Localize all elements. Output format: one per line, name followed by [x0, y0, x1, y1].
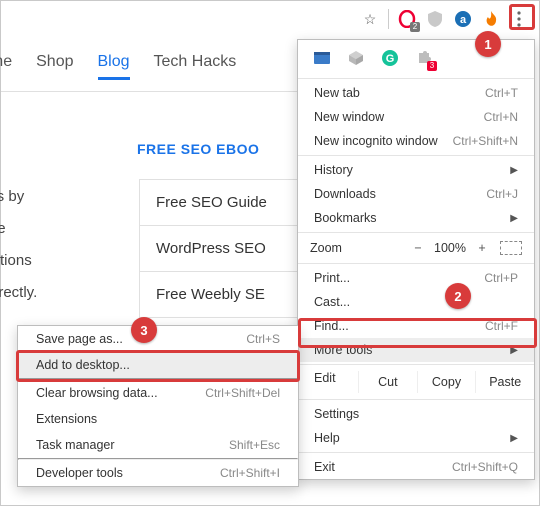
- submenu-dev-tools[interactable]: Developer toolsCtrl+Shift+I: [18, 460, 298, 486]
- fullscreen-icon[interactable]: [500, 241, 522, 255]
- nav-divider: [1, 91, 301, 92]
- nav-shop[interactable]: Shop: [36, 53, 73, 80]
- shield-icon[interactable]: [425, 9, 445, 29]
- list-item[interactable]: Free Weebly SE: [139, 271, 299, 318]
- page-heading: FREE SEO EBOO: [137, 141, 259, 157]
- edge-extension-icon[interactable]: [312, 48, 332, 68]
- list-item[interactable]: Free SEO Guide: [139, 179, 299, 226]
- menu-new-window[interactable]: New windowCtrl+N: [298, 105, 534, 129]
- callout-3: 3: [131, 317, 157, 343]
- menu-print[interactable]: Print...Ctrl+P: [298, 266, 534, 290]
- nav-home[interactable]: ome: [0, 53, 12, 80]
- highlight-box-2: [298, 318, 537, 348]
- highlight-box-3: [16, 350, 300, 382]
- cut-button[interactable]: Cut: [358, 371, 417, 393]
- link-list: Free SEO Guide WordPress SEO Free Weebly…: [139, 179, 299, 317]
- paste-button[interactable]: Paste: [475, 371, 534, 393]
- callout-2: 2: [445, 283, 471, 309]
- badge-count: 3: [427, 61, 437, 71]
- flame-extension-icon[interactable]: [481, 9, 501, 29]
- badge-count: 2: [410, 22, 420, 32]
- menu-bookmarks[interactable]: Bookmarks▶: [298, 206, 534, 230]
- cube-extension-icon[interactable]: [346, 48, 366, 68]
- menu-zoom-row: Zoom − 100% +: [298, 235, 534, 261]
- menu-help[interactable]: Help▶: [298, 426, 534, 450]
- grammarly-extension-icon[interactable]: G: [380, 48, 400, 68]
- nav-techhacks[interactable]: Tech Hacks: [154, 53, 237, 80]
- submenu-extensions[interactable]: Extensions: [18, 406, 298, 432]
- zoom-value: 100%: [430, 241, 470, 255]
- zoom-out-button[interactable]: −: [406, 241, 430, 255]
- menu-new-incognito[interactable]: New incognito windowCtrl+Shift+N: [298, 129, 534, 153]
- menu-history[interactable]: History▶: [298, 158, 534, 182]
- edit-label: Edit: [298, 371, 358, 393]
- menu-downloads[interactable]: DownloadsCtrl+J: [298, 182, 534, 206]
- menu-exit[interactable]: ExitCtrl+Shift+Q: [298, 455, 534, 479]
- list-item[interactable]: WordPress SEO: [139, 225, 299, 272]
- chevron-right-icon: ▶: [510, 165, 518, 176]
- nav-blog[interactable]: Blog: [98, 53, 130, 80]
- menu-settings[interactable]: Settings: [298, 402, 534, 426]
- submenu-clear-data[interactable]: Clear browsing data...Ctrl+Shift+Del: [18, 380, 298, 406]
- chrome-main-menu: G 3 New tabCtrl+T New windowCtrl+N New i…: [297, 39, 535, 480]
- site-nav: ome Shop Blog Tech Hacks: [0, 53, 236, 80]
- callout-1: 1: [475, 31, 501, 57]
- chevron-right-icon: ▶: [510, 213, 518, 224]
- submenu-save-page[interactable]: Save page as...Ctrl+S: [18, 326, 298, 352]
- opera-extension-icon[interactable]: 2: [397, 9, 417, 29]
- browser-toolbar: ☆ 2 a: [360, 9, 529, 29]
- chevron-right-icon: ▶: [510, 433, 518, 444]
- bookmark-star-icon[interactable]: ☆: [360, 9, 380, 29]
- svg-text:G: G: [386, 53, 395, 65]
- copy-button[interactable]: Copy: [417, 371, 476, 393]
- amazon-extension-icon[interactable]: a: [453, 9, 473, 29]
- menu-new-tab[interactable]: New tabCtrl+T: [298, 81, 534, 105]
- zoom-label: Zoom: [310, 241, 406, 255]
- menu-edit-row: Edit Cut Copy Paste: [298, 367, 534, 397]
- puzzle-extension-icon[interactable]: 3: [414, 48, 434, 68]
- svg-text:a: a: [460, 14, 467, 26]
- zoom-in-button[interactable]: +: [470, 241, 494, 255]
- highlight-box-1: [509, 4, 535, 30]
- toolbar-separator: [388, 9, 389, 29]
- submenu-task-manager[interactable]: Task managerShift+Esc: [18, 432, 298, 458]
- body-text: gers by. Wetructionss directly.: [0, 181, 37, 309]
- menu-cast[interactable]: Cast...: [298, 290, 534, 314]
